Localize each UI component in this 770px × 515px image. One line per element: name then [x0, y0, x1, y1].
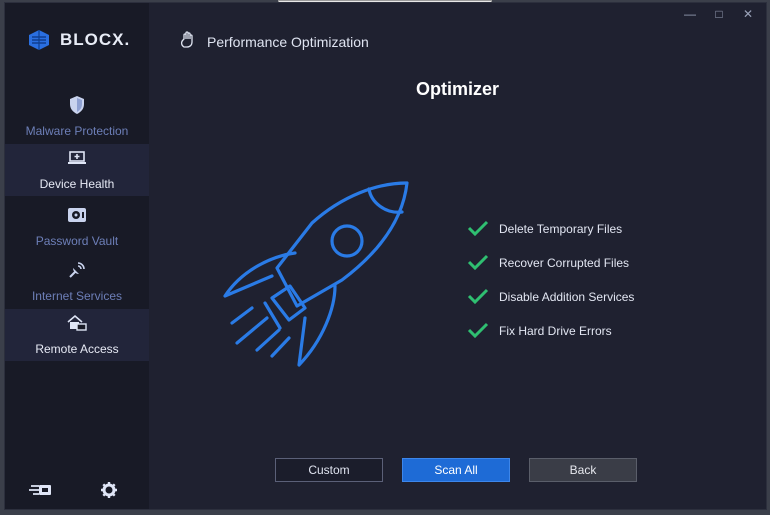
rocket-icon [223, 181, 409, 367]
sidebar-item-label: Internet Services [31, 289, 123, 303]
page-title: Performance Optimization [207, 33, 369, 50]
custom-button[interactable]: Custom [275, 458, 383, 482]
sidebar-item-device-health[interactable]: Device Health [5, 144, 149, 196]
optimization-checklist: Delete Temporary Files Recover Corrupted… [467, 212, 634, 348]
checklist-item: Delete Temporary Files [467, 212, 634, 246]
sidebar-item-internet-services[interactable]: Internet Services [5, 256, 149, 306]
remote-access-icon [67, 312, 87, 334]
checklist-item: Recover Corrupted Files [467, 246, 634, 280]
page-header: Performance Optimization [179, 31, 369, 52]
checkmark-icon [467, 322, 489, 341]
sidebar-item-label: Device Health [39, 177, 115, 191]
window-controls: — □ ✕ [684, 7, 754, 21]
sidebar-item-remote-access[interactable]: Remote Access [5, 309, 149, 361]
optimizer-title: Optimizer [415, 79, 499, 99]
scan-all-button[interactable]: Scan All [402, 458, 510, 482]
app-name: BLOCX. [60, 30, 131, 49]
checklist-item-label: Delete Temporary Files [499, 222, 623, 236]
sidebar-item-malware-protection[interactable]: Malware Protection [5, 91, 149, 141]
performance-hand-icon [179, 31, 197, 52]
laptop-plus-icon [67, 147, 87, 169]
network-card-icon[interactable] [27, 481, 53, 504]
blocx-logo-icon [29, 30, 49, 50]
sidebar-item-label: Password Vault [35, 234, 119, 248]
vault-icon [67, 204, 87, 226]
checklist-item: Disable Addition Services [467, 280, 634, 314]
back-button[interactable]: Back [529, 458, 637, 482]
satellite-icon [67, 259, 87, 281]
checklist-item-label: Fix Hard Drive Errors [499, 324, 612, 338]
sidebar-item-label: Malware Protection [25, 124, 129, 138]
maximize-icon[interactable]: □ [713, 7, 725, 21]
shield-icon [68, 94, 86, 116]
checklist-item: Fix Hard Drive Errors [467, 314, 634, 348]
sidebar-item-password-vault[interactable]: Password Vault [5, 201, 149, 251]
minimize-icon[interactable]: — [684, 7, 696, 21]
main-panel: Performance Optimization Optimizer Delet… [149, 3, 766, 509]
checklist-item-label: Disable Addition Services [499, 290, 635, 304]
close-icon[interactable]: ✕ [742, 7, 754, 21]
sidebar-item-label: Remote Access [35, 342, 119, 356]
checklist-item-label: Recover Corrupted Files [499, 256, 630, 270]
checkmark-icon [467, 254, 489, 273]
brand: BLOCX. [28, 29, 130, 51]
sidebar: BLOCX. Malware Protection Device Health … [5, 3, 149, 509]
gear-icon[interactable] [100, 481, 118, 504]
checkmark-icon [467, 288, 489, 307]
app-window: BLOCX. Malware Protection Device Health … [4, 2, 767, 510]
checkmark-icon [467, 220, 489, 239]
